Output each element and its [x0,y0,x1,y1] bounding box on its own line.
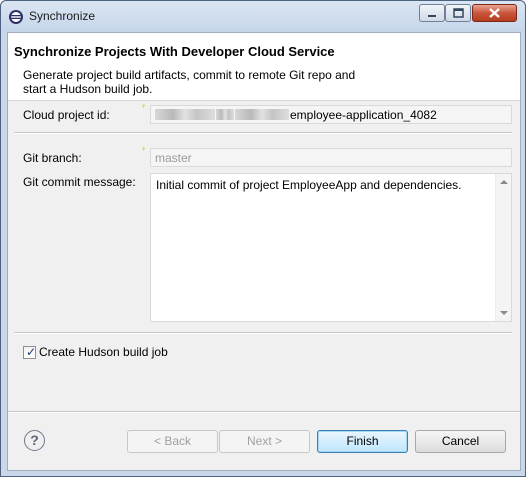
redacted-segment [155,109,215,120]
content-assist-decorator-icon: ♀ [141,146,147,153]
finish-button[interactable]: Finish [317,430,408,453]
create-hudson-build-job-label[interactable]: Create Hudson build job [39,345,168,359]
minimize-button[interactable] [419,4,445,22]
close-button[interactable] [472,4,517,22]
cloud-project-id-field[interactable]: employee-application_4082 [150,105,512,124]
wizard-banner: Synchronize Projects With Developer Clou… [8,33,520,101]
redacted-segment [235,109,289,120]
minimize-icon [428,15,436,17]
maximize-button[interactable] [445,4,471,22]
title-bar[interactable]: Synchronize [1,1,525,32]
maximize-icon [453,8,464,18]
window-title: Synchronize [29,9,96,23]
wizard-description: Generate project build artifacts, commit… [23,68,356,96]
cloud-project-id-value: employee-application_4082 [290,108,437,122]
scroll-down-icon[interactable] [500,311,508,315]
cloud-project-id-label: Cloud project id: [23,108,110,122]
separator [14,132,512,134]
wizard-title: Synchronize Projects With Developer Clou… [14,44,335,59]
vertical-scrollbar[interactable] [495,174,511,321]
git-branch-field[interactable]: master [150,148,512,167]
scroll-up-icon[interactable] [500,180,508,184]
git-commit-message-label: Git commit message: [23,175,136,189]
checkmark-icon: ✓ [26,345,37,359]
redacted-segment [216,109,234,120]
git-commit-message-input[interactable]: Initial commit of project EmployeeApp an… [150,173,512,322]
cancel-button[interactable]: Cancel [415,430,506,453]
eclipse-icon [9,10,23,24]
next-button[interactable]: Next > [219,430,310,453]
button-bar-separator [8,411,520,413]
content-assist-decorator-icon: ♀ [141,103,147,110]
dialog-client-area: Synchronize Projects With Developer Clou… [7,32,521,471]
back-button[interactable]: < Back [127,430,218,453]
close-icon [489,8,500,18]
separator [14,332,512,334]
create-hudson-build-job-checkbox[interactable]: ✓ [23,345,37,359]
git-commit-message-text: Initial commit of project EmployeeApp an… [156,178,462,192]
help-icon[interactable]: ? [24,430,45,451]
git-branch-label: Git branch: [23,151,82,165]
dialog-window: Synchronize Synchronize Projects With De… [0,0,526,477]
